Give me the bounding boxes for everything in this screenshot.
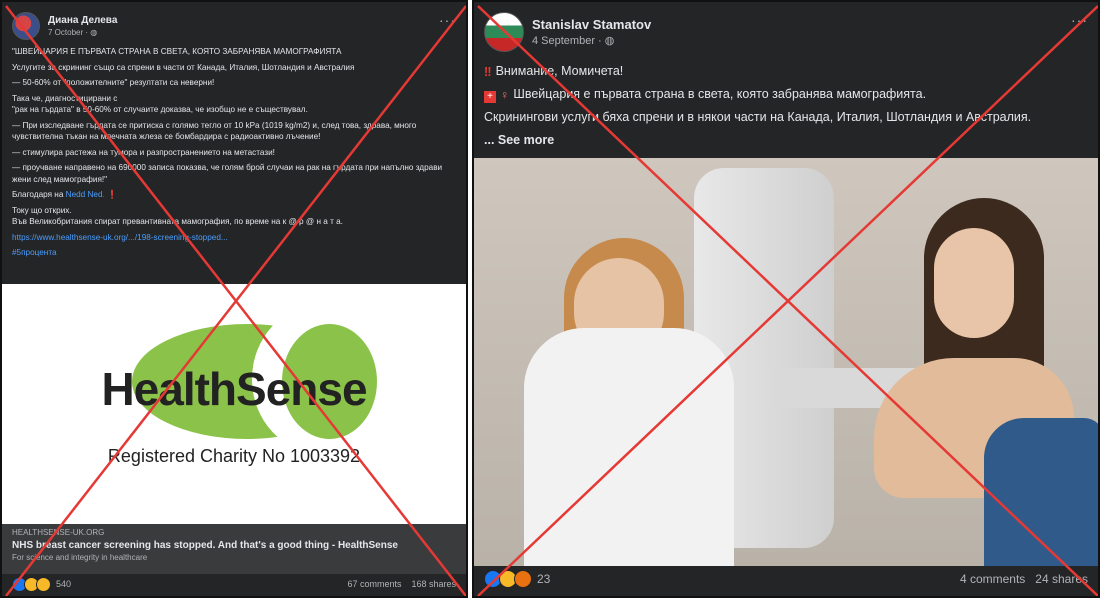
- post-paragraph: — стимулира растежа на тумора и разпрост…: [12, 147, 275, 157]
- post-date-text: 7 October ·: [48, 28, 91, 37]
- left-post: Диана Делева 7 October · ◍ ··· "ШВЕЙЦАРИ…: [0, 0, 468, 598]
- more-options-button[interactable]: ···: [1071, 12, 1088, 28]
- comments-count[interactable]: 67 comments: [347, 579, 401, 589]
- sad-reaction-icon: [36, 576, 51, 592]
- author-name[interactable]: Stanislav Stamatov: [532, 17, 651, 32]
- author-name[interactable]: Диана Делева: [48, 15, 117, 26]
- avatar[interactable]: [12, 12, 40, 40]
- female-symbol-icon: ♀: [500, 88, 510, 102]
- doctor-figure: [504, 218, 734, 566]
- thanks-prefix: Благодаря на: [12, 190, 66, 199]
- patient-drape: [984, 418, 1098, 566]
- link-domain: HEALTHSENSE-UK.ORG: [12, 528, 105, 537]
- angry-reaction-icon: [514, 570, 532, 588]
- link-preview-info[interactable]: HEALTHSENSE-UK.ORG NHS breast cancer scr…: [2, 524, 466, 574]
- post-body: "ШВЕЙЦАРИЯ Е ПЪРВАТА СТРАНА В СВЕТА, КОЯ…: [12, 46, 460, 263]
- link-subtitle: For science and integrity in healthcare: [12, 553, 148, 562]
- patient-figure: [864, 198, 1098, 566]
- post-footer: 540 67 comments 168 shares: [2, 572, 466, 596]
- patient-face: [934, 228, 1014, 338]
- right-post: Stanislav Stamatov 4 September · ◍ ··· ‼…: [472, 0, 1100, 598]
- screening-line: Скринингови услуги бяха спрени и в някои…: [484, 110, 1032, 124]
- engagement-stats: 67 comments 168 shares: [347, 579, 456, 589]
- post-footer: 23 4 comments 24 shares: [474, 562, 1098, 596]
- avatar[interactable]: [484, 12, 524, 52]
- mention-link[interactable]: Nedd Ned: [66, 190, 103, 199]
- link-preview-image[interactable]: HealthSense Registered Charity No 100339…: [2, 284, 466, 524]
- post-paragraph: Услугите за скрининг също са спрени в ча…: [12, 62, 355, 72]
- post-paragraph: — При изследване гърдата се притиска с г…: [12, 120, 417, 142]
- engagement-stats: 4 comments 24 shares: [960, 572, 1088, 586]
- reactions-summary[interactable]: 540: [12, 576, 72, 592]
- post-body: ‼ Внимание, Момичета! + ♀ Швейцария е първа…: [484, 60, 1084, 152]
- reactions-summary[interactable]: 23: [484, 570, 550, 588]
- post-paragraph: — проучване направено на 690000 записа п…: [12, 163, 443, 184]
- mammography-photo[interactable]: [474, 158, 1098, 566]
- reaction-count: 23: [537, 572, 551, 586]
- globe-icon: ◍: [604, 35, 615, 47]
- left-post-header: Диана Делева 7 October · ◍: [12, 12, 117, 40]
- post-paragraph: "ШВЕЙЦАРИЯ Е ПЪРВАТА СТРАНА В СВЕТА, КОЯ…: [12, 47, 342, 56]
- warning-text: Внимание, Момичета!: [495, 64, 624, 78]
- post-paragraph: Така че, диагностицирани с "рак на гърда…: [12, 93, 308, 115]
- healthsense-logo-text: HealthSense: [101, 363, 367, 415]
- reaction-count: 540: [56, 579, 72, 589]
- thanks-suffix: . ❗: [102, 190, 118, 199]
- article-url-link[interactable]: https://www.healthsense-uk.org/.../198-s…: [12, 232, 460, 244]
- charity-number: Registered Charity No 1003392: [107, 446, 361, 466]
- switzerland-text: Швейцария е първата страна в света, коят…: [513, 87, 927, 101]
- globe-icon: ◍: [90, 28, 98, 37]
- post-date[interactable]: 4 September · ◍: [532, 34, 651, 47]
- comments-count[interactable]: 4 comments: [960, 572, 1025, 586]
- warning-line: ‼ Внимание, Момичета!: [484, 60, 1084, 83]
- see-more-link[interactable]: ... See more: [484, 129, 1084, 152]
- shares-count[interactable]: 168 shares: [411, 579, 456, 589]
- swiss-flag-icon: +: [484, 91, 496, 103]
- shares-count[interactable]: 24 shares: [1035, 572, 1088, 586]
- hashtag-link[interactable]: #5процента: [12, 247, 460, 259]
- found-line: Току що открих.: [12, 205, 72, 215]
- post-date-text: 4 September ·: [532, 35, 605, 47]
- switzerland-line: + ♀ Швейцария е първата страна в света, ко…: [484, 83, 1084, 106]
- right-post-header: Stanislav Stamatov 4 September · ◍: [484, 12, 651, 52]
- thanks-line: Благодаря на Nedd Ned. ❗: [12, 189, 460, 201]
- doctor-coat: [524, 328, 734, 566]
- link-title[interactable]: NHS breast cancer screening has stopped.…: [12, 540, 456, 551]
- uk-line: Във Великобритания спират превантивната …: [12, 217, 343, 226]
- more-options-button[interactable]: ···: [439, 12, 456, 28]
- exclamation-icon: ‼: [484, 65, 492, 79]
- post-paragraph: — 50-60% от "положителните" резултати са…: [12, 78, 215, 87]
- post-date[interactable]: 7 October · ◍: [48, 28, 117, 37]
